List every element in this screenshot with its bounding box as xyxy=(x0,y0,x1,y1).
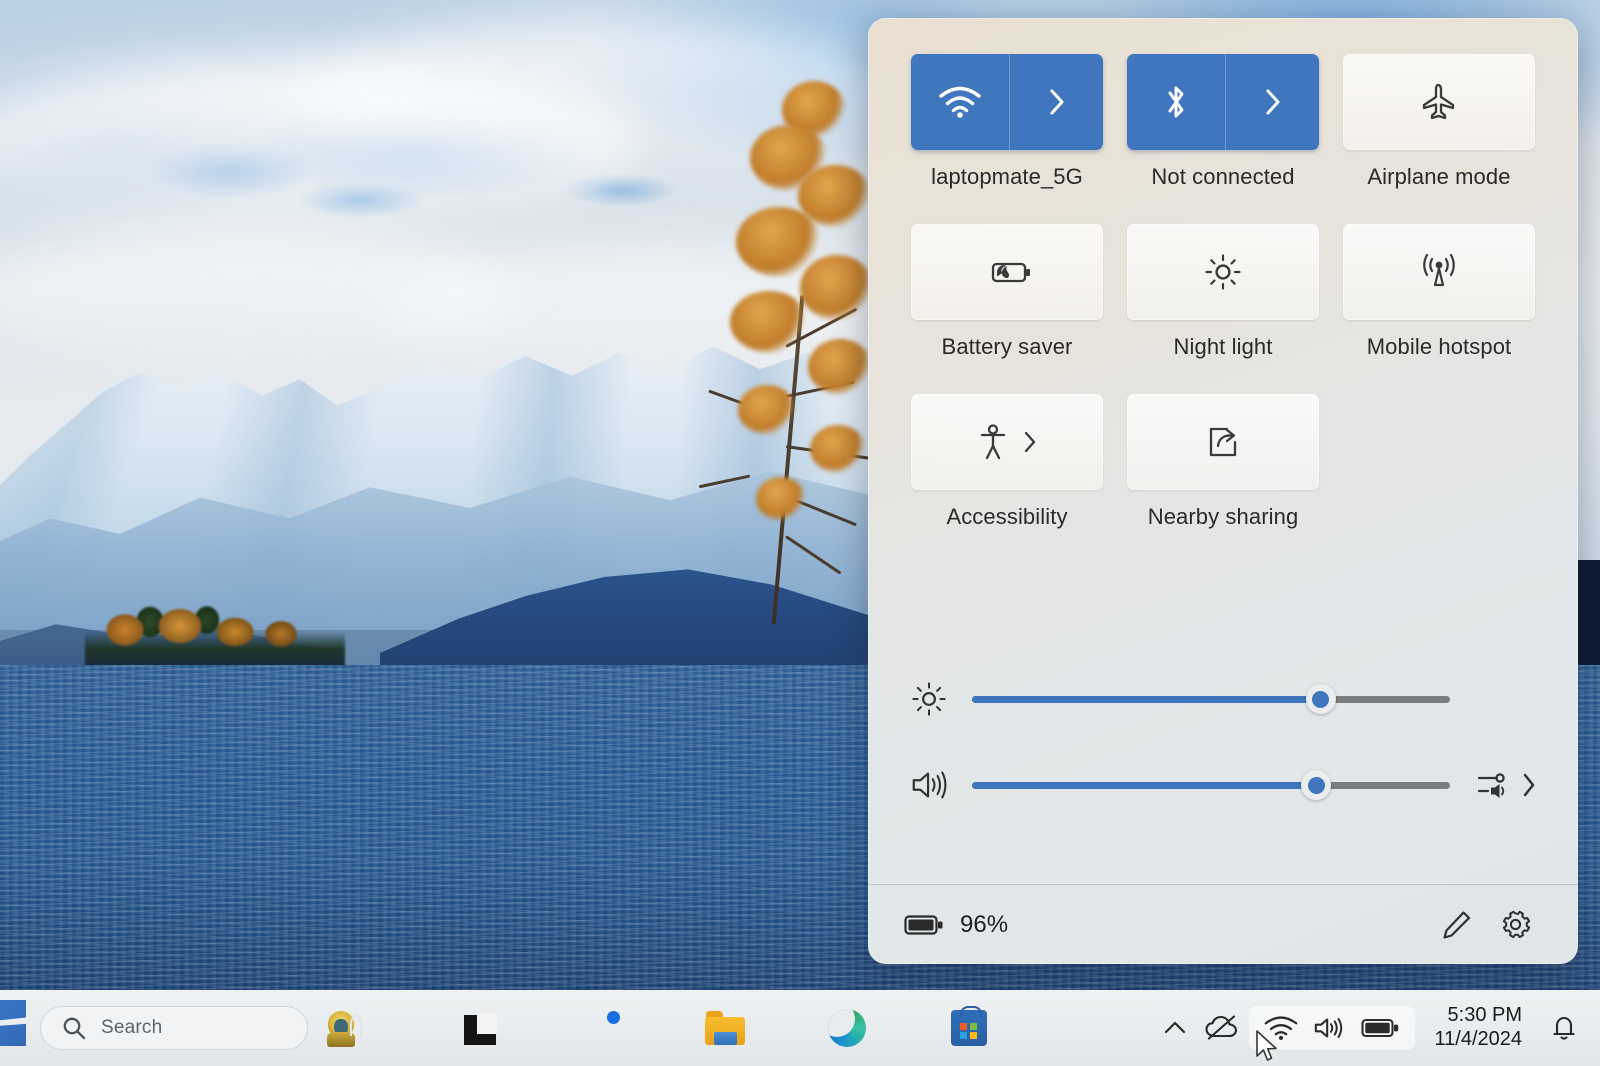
taskbar[interactable]: Search xyxy=(0,990,1600,1066)
mobile-hotspot-tile[interactable] xyxy=(1343,224,1535,320)
search-placeholder: Search xyxy=(101,1017,162,1039)
volume-icon xyxy=(1313,1014,1347,1042)
wifi-expand-button[interactable] xyxy=(1009,54,1103,150)
volume-slider[interactable] xyxy=(972,782,1450,789)
quick-setting-battery-saver: Battery saver xyxy=(908,224,1106,360)
search-icon xyxy=(61,1015,87,1041)
copilot-icon xyxy=(584,1009,622,1047)
edit-quick-settings-button[interactable] xyxy=(1428,896,1486,954)
quick-setting-nearby-sharing: Nearby sharing xyxy=(1124,394,1322,530)
chevron-right-icon xyxy=(1046,85,1068,119)
battery-saver-tile-label: Battery saver xyxy=(942,334,1073,360)
brightness-icon xyxy=(1203,252,1243,292)
brightness-slider-row xyxy=(908,656,1538,742)
quick-settings-panel[interactable]: laptopmate_5G xyxy=(868,18,1578,964)
nearby-sharing-tile[interactable] xyxy=(1127,394,1319,490)
taskbar-app-edge[interactable] xyxy=(826,1007,868,1049)
wifi-tile[interactable] xyxy=(911,54,1103,150)
wifi-tile-label: laptopmate_5G xyxy=(931,164,1083,190)
store-icon xyxy=(951,1010,987,1046)
share-icon xyxy=(1203,422,1243,462)
battery-icon xyxy=(1361,1016,1401,1040)
wifi-icon xyxy=(937,85,983,119)
audio-output-selector-icon xyxy=(1476,768,1516,802)
tray-notifications-button[interactable] xyxy=(1538,1013,1600,1043)
bluetooth-tile[interactable] xyxy=(1127,54,1319,150)
gear-icon xyxy=(1497,907,1533,943)
taskbar-app-task-view[interactable] xyxy=(460,1007,502,1049)
volume-icon[interactable] xyxy=(908,766,950,804)
accessibility-icon xyxy=(976,421,1010,463)
quick-setting-mobile-hotspot: Mobile hotspot xyxy=(1340,224,1538,360)
quick-settings-footer: 96% xyxy=(868,885,1578,964)
taskbar-app-microsoft-store[interactable] xyxy=(948,1007,990,1049)
battery-status[interactable]: 96% xyxy=(904,911,1008,939)
tray-quick-settings-button[interactable] xyxy=(1249,1006,1415,1050)
accessibility-expand-button[interactable] xyxy=(1022,428,1038,456)
bell-icon xyxy=(1550,1013,1578,1043)
airplane-mode-tile[interactable] xyxy=(1343,54,1535,150)
audio-output-selector[interactable] xyxy=(1472,768,1538,802)
tray-overflow-button[interactable] xyxy=(1153,1018,1197,1038)
task-view-icon xyxy=(462,1009,500,1047)
tray-time: 5:30 PM xyxy=(1448,1004,1522,1028)
battery-saver-icon xyxy=(980,255,1034,289)
quick-setting-bluetooth: Not connected xyxy=(1124,54,1322,190)
battery-icon xyxy=(904,912,946,938)
airplane-mode-tile-label: Airplane mode xyxy=(1367,164,1510,190)
night-light-tile-label: Night light xyxy=(1174,334,1273,360)
bluetooth-tile-label: Not connected xyxy=(1151,164,1294,190)
brightness-slider[interactable] xyxy=(972,696,1450,703)
open-settings-button[interactable] xyxy=(1486,896,1544,954)
tray-date: 11/4/2024 xyxy=(1435,1028,1523,1052)
brightness-slider-thumb[interactable] xyxy=(1306,684,1336,714)
volume-slider-row xyxy=(908,742,1538,828)
quick-settings-tile-grid: laptopmate_5G xyxy=(908,54,1538,530)
quick-setting-night-light: Night light xyxy=(1124,224,1322,360)
mobile-hotspot-tile-label: Mobile hotspot xyxy=(1367,334,1512,360)
system-tray: 5:30 PM 11/4/2024 xyxy=(1153,990,1600,1066)
quick-settings-sliders xyxy=(908,656,1538,828)
bluetooth-expand-button[interactable] xyxy=(1225,54,1319,150)
edge-icon xyxy=(828,1009,866,1047)
search-input[interactable]: Search xyxy=(40,1006,308,1050)
taskbar-app-icons xyxy=(320,998,990,1058)
battery-saver-tile[interactable] xyxy=(911,224,1103,320)
tray-onedrive-button[interactable] xyxy=(1197,1014,1249,1042)
hotspot-icon xyxy=(1416,252,1462,292)
tile-grid-empty-cell xyxy=(1340,364,1538,530)
bluetooth-toggle-button[interactable] xyxy=(1127,54,1225,150)
accessibility-tile-label: Accessibility xyxy=(946,504,1067,530)
windows-start-icon[interactable] xyxy=(0,1000,26,1046)
quick-setting-wifi: laptopmate_5G xyxy=(908,54,1106,190)
nearby-sharing-tile-label: Nearby sharing xyxy=(1148,504,1299,530)
chevron-right-icon xyxy=(1520,769,1538,801)
wifi-icon xyxy=(1263,1014,1299,1042)
brightness-icon xyxy=(908,680,950,718)
onedrive-offline-icon xyxy=(1204,1014,1242,1042)
airplane-icon xyxy=(1418,81,1460,123)
tray-clock[interactable]: 5:30 PM 11/4/2024 xyxy=(1415,1004,1539,1051)
sphinx-icon xyxy=(321,1008,361,1048)
pencil-icon xyxy=(1440,908,1474,942)
chevron-right-icon xyxy=(1262,85,1284,119)
chevron-up-icon xyxy=(1162,1018,1188,1038)
battery-percent-label: 96% xyxy=(960,911,1008,939)
quick-setting-accessibility: Accessibility xyxy=(908,394,1106,530)
volume-slider-thumb[interactable] xyxy=(1301,770,1331,800)
wallpaper-island xyxy=(85,600,345,670)
folder-icon xyxy=(705,1011,745,1045)
wifi-toggle-button[interactable] xyxy=(911,54,1009,150)
taskbar-app-file-explorer[interactable] xyxy=(704,1007,746,1049)
quick-setting-airplane-mode: Airplane mode xyxy=(1340,54,1538,190)
wallpaper-tree xyxy=(690,95,880,655)
bluetooth-icon xyxy=(1162,82,1190,122)
night-light-tile[interactable] xyxy=(1127,224,1319,320)
accessibility-tile[interactable] xyxy=(911,394,1103,490)
taskbar-app-sphinx[interactable] xyxy=(320,1007,362,1049)
taskbar-app-copilot[interactable] xyxy=(582,1007,624,1049)
